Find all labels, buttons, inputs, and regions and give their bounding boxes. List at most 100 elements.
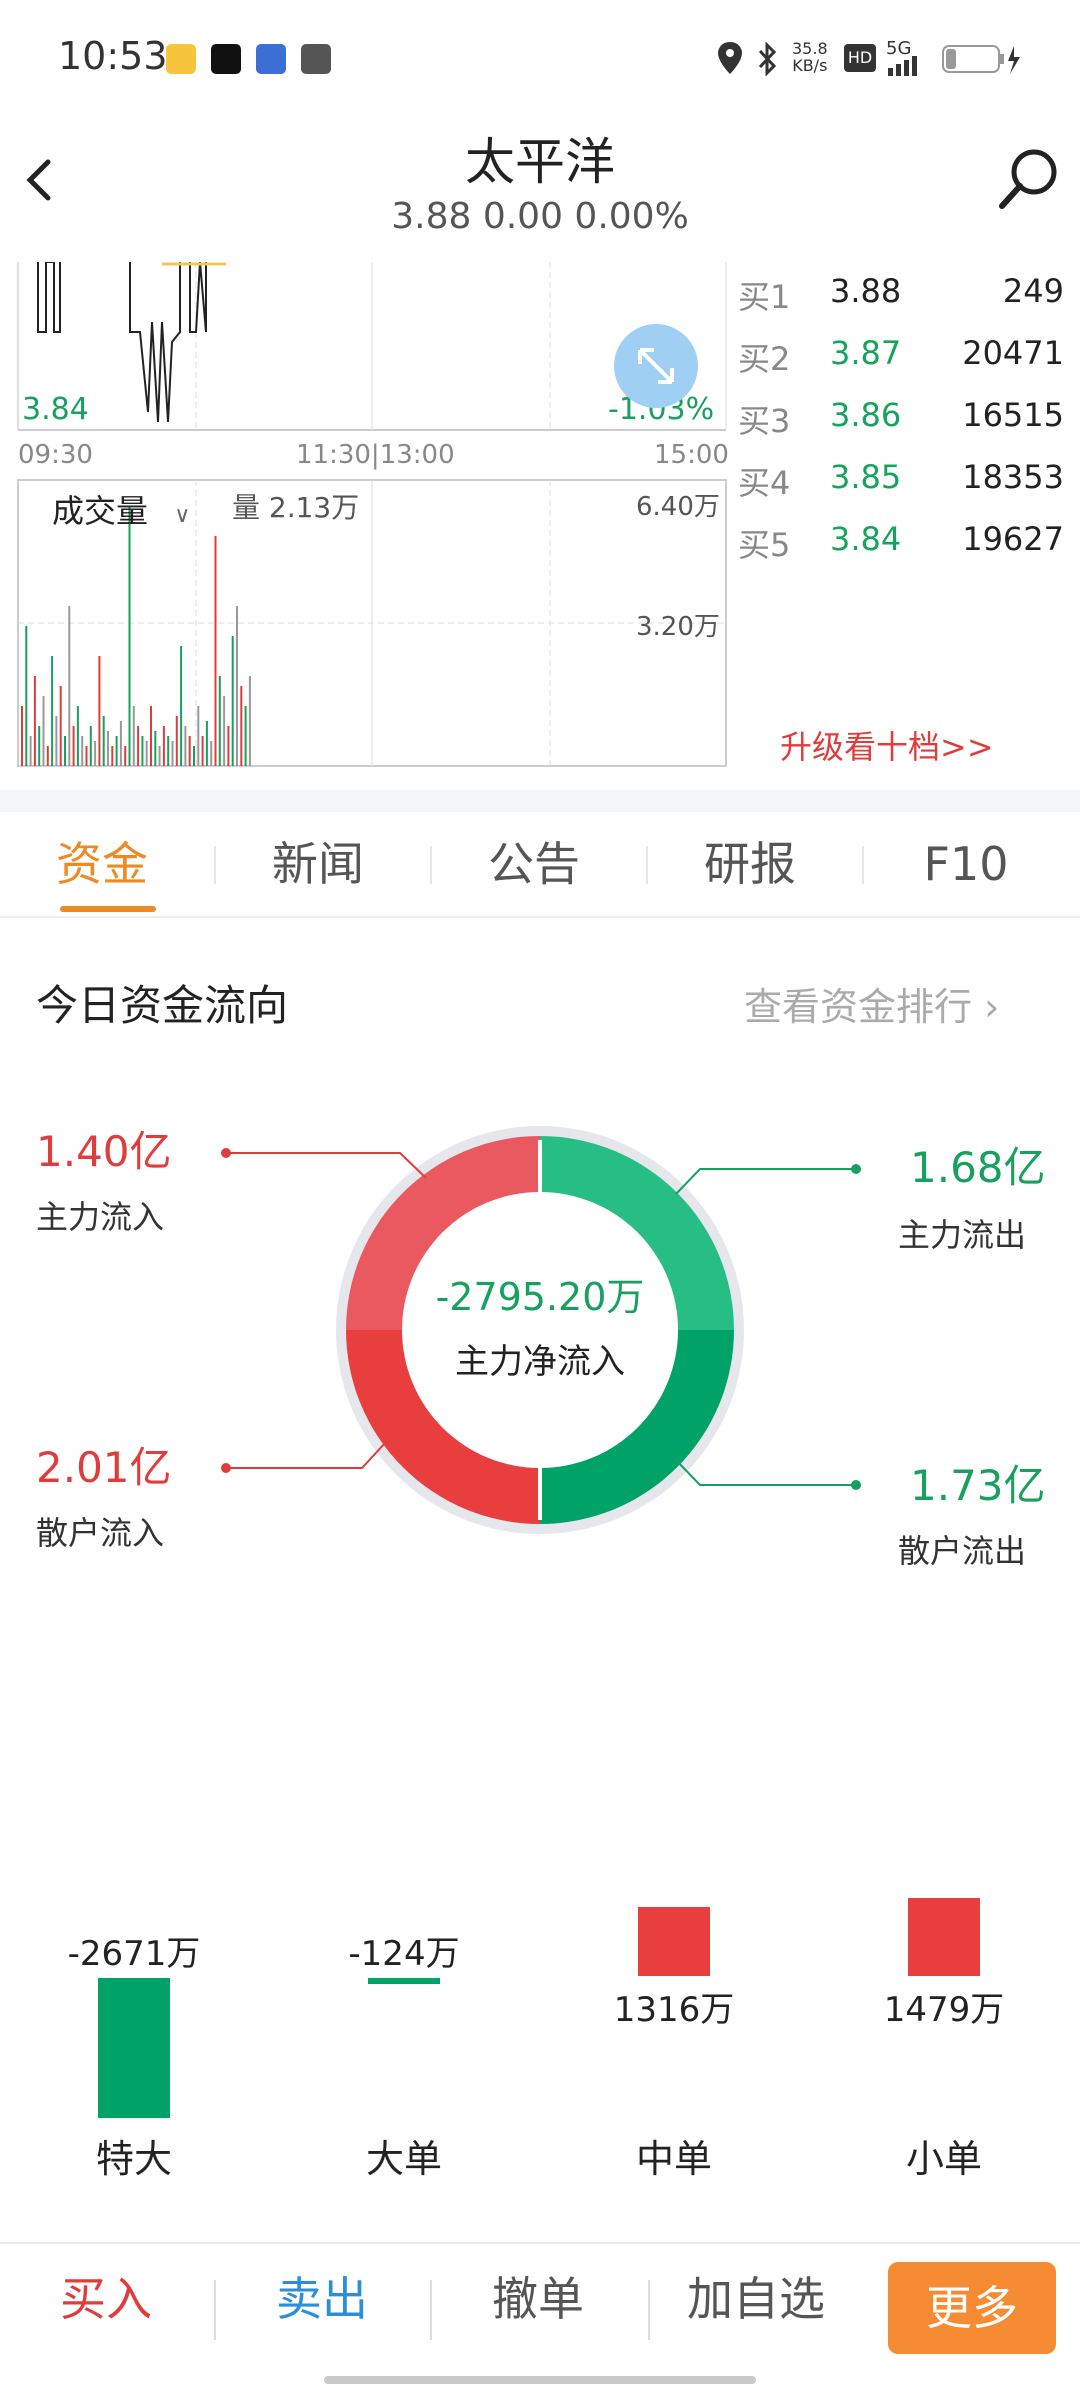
order-book-row: 买4 3.85 18353 xyxy=(738,458,1064,508)
signal-icon xyxy=(888,56,917,76)
order-size-bar xyxy=(908,1898,980,1976)
tab-announcements[interactable]: 公告 xyxy=(454,812,614,916)
tab-active-indicator xyxy=(60,906,156,912)
expand-chart-button[interactable] xyxy=(614,324,698,408)
order-book-volume: 16515 xyxy=(962,396,1064,434)
order-book-volume: 20471 xyxy=(962,334,1064,372)
order-book-price: 3.85 xyxy=(830,458,902,496)
location-icon xyxy=(718,42,742,74)
tab-separator xyxy=(430,846,432,884)
order-size-label: 特大 xyxy=(95,2137,172,2181)
volume-mid: 3.20万 xyxy=(636,612,720,642)
tab-research[interactable]: 研报 xyxy=(670,812,830,916)
order-book-row: 买2 3.87 20471 xyxy=(738,334,1064,384)
weibo-icon xyxy=(166,44,196,74)
bluetooth-icon xyxy=(758,42,777,76)
order-size-value: 1479万 xyxy=(883,1990,1005,2030)
search-icon[interactable] xyxy=(996,146,1062,212)
main-inflow-value: 1.40亿 xyxy=(36,1127,172,1176)
home-indicator xyxy=(324,2376,756,2384)
time-mid: 11:30|13:00 xyxy=(296,440,455,470)
retail-inflow-label: 散户流入 xyxy=(36,1514,165,1552)
order-size-label: 中单 xyxy=(635,2137,712,2181)
volume-max: 6.40万 xyxy=(636,492,720,522)
order-book-level: 买1 xyxy=(738,278,791,316)
tab-separator xyxy=(862,846,864,884)
volume-value: 量 2.13万 xyxy=(232,491,360,524)
fund-ranking-link[interactable]: 查看资金排行 › xyxy=(744,976,999,1031)
order-book-row: 买3 3.86 16515 xyxy=(738,396,1064,446)
bottom-action-bar: 买入 卖出 撤单 加自选 更多 xyxy=(0,2242,1080,2390)
button-separator xyxy=(648,2280,650,2340)
order-size-label: 大单 xyxy=(365,2137,442,2181)
section-divider xyxy=(0,790,1080,812)
order-book-level: 买2 xyxy=(738,340,791,378)
expand-icon xyxy=(638,348,674,384)
order-book-volume: 249 xyxy=(1002,272,1064,310)
tiktok-icon xyxy=(211,44,241,74)
order-size-bar xyxy=(638,1907,710,1976)
net-speed-unit: KB/s xyxy=(792,56,828,75)
stock-app-icon xyxy=(256,44,286,74)
main-inflow-label: 主力流入 xyxy=(36,1198,165,1236)
order-book-price: 3.86 xyxy=(830,396,902,434)
net-speed: 35.8 KB/s xyxy=(792,40,828,74)
retail-inflow-value: 2.01亿 xyxy=(36,1443,172,1492)
order-book-level: 买3 xyxy=(738,402,791,440)
main-outflow-label: 主力流出 xyxy=(898,1216,1027,1254)
volume-selector-label: 成交量 xyxy=(52,492,149,530)
order-size-value: -124万 xyxy=(348,1934,460,1974)
buy-button[interactable]: 买入 xyxy=(6,2244,206,2354)
fund-flow-title: 今日资金流向 xyxy=(36,981,289,1030)
add-watchlist-button[interactable]: 加自选 xyxy=(656,2244,856,2354)
chevron-right-icon: › xyxy=(984,985,1000,1029)
order-size-bar xyxy=(98,1978,170,2118)
order-book-price: 3.87 xyxy=(830,334,902,372)
retail-outflow-label: 散户流出 xyxy=(898,1532,1027,1570)
order-book-row: 买5 3.84 19627 xyxy=(738,520,1064,570)
retail-outflow-value: 1.73亿 xyxy=(910,1461,1046,1510)
order-book-volume: 19627 xyxy=(962,520,1064,558)
tab-news[interactable]: 新闻 xyxy=(238,812,398,916)
main-outflow-value: 1.68亿 xyxy=(910,1143,1046,1192)
stock-quote: 3.88 0.00 0.00% xyxy=(391,196,689,237)
fund-ranking-label: 查看资金排行 xyxy=(744,985,973,1029)
order-size-label: 小单 xyxy=(905,2137,982,2181)
order-size-bar xyxy=(368,1978,440,1984)
time-end: 15:00 xyxy=(654,440,729,470)
order-size-value: 1316万 xyxy=(613,1990,735,2030)
time-start: 09:30 xyxy=(18,440,93,470)
cancel-order-button[interactable]: 撤单 xyxy=(438,2244,638,2354)
tab-separator xyxy=(214,846,216,884)
more-button[interactable]: 更多 xyxy=(888,2262,1056,2354)
button-separator xyxy=(430,2280,432,2340)
net-inflow-value: -2795.20万 xyxy=(435,1275,645,1319)
battery-icon xyxy=(942,45,1020,74)
net-speed-value: 35.8 xyxy=(792,39,828,58)
chevron-down-icon: ∨ xyxy=(174,503,191,528)
sell-button[interactable]: 卖出 xyxy=(222,2244,422,2354)
volume-selector[interactable]: 成交量 ∨ xyxy=(52,486,190,532)
order-book: 买1 3.88 249 买2 3.87 20471 买3 3.86 16515 买4 3.85 183… xyxy=(728,262,1068,782)
order-size-value: -2671万 xyxy=(67,1934,201,1974)
hd-icon: HD xyxy=(844,44,876,72)
button-separator xyxy=(214,2280,216,2340)
low-price-label: 3.84 xyxy=(22,392,89,427)
tab-funds[interactable]: 资金 xyxy=(22,812,182,916)
stock-name: 太平洋 xyxy=(465,133,615,191)
tab-f10[interactable]: F10 xyxy=(886,812,1046,916)
status-bar: 10:53 35.8 KB/s HD 5G xyxy=(0,0,1080,110)
order-book-level: 买4 xyxy=(738,464,791,502)
status-time: 10:53 xyxy=(58,34,168,78)
tab-separator xyxy=(646,846,648,884)
intraday-chart[interactable]: 3.84 -1.03% 09:30 11:30|13:00 15:00 成交量 … xyxy=(0,262,729,782)
order-book-price: 3.88 xyxy=(830,272,902,310)
order-book-volume: 18353 xyxy=(962,458,1064,496)
order-size-chart: -2671万特大 -124万大单 1316万中单 1479万小单 xyxy=(0,1880,1080,2181)
tab-bar: 资金 新闻 公告 研报 F10 xyxy=(0,812,1080,918)
net-inflow-label: 主力净流入 xyxy=(455,1342,625,1382)
upgrade-ten-levels-link[interactable]: 升级看十档>> xyxy=(780,722,994,768)
order-book-row: 买1 3.88 249 xyxy=(738,272,1064,322)
order-book-price: 3.84 xyxy=(830,520,902,558)
notification-icon xyxy=(301,44,331,74)
